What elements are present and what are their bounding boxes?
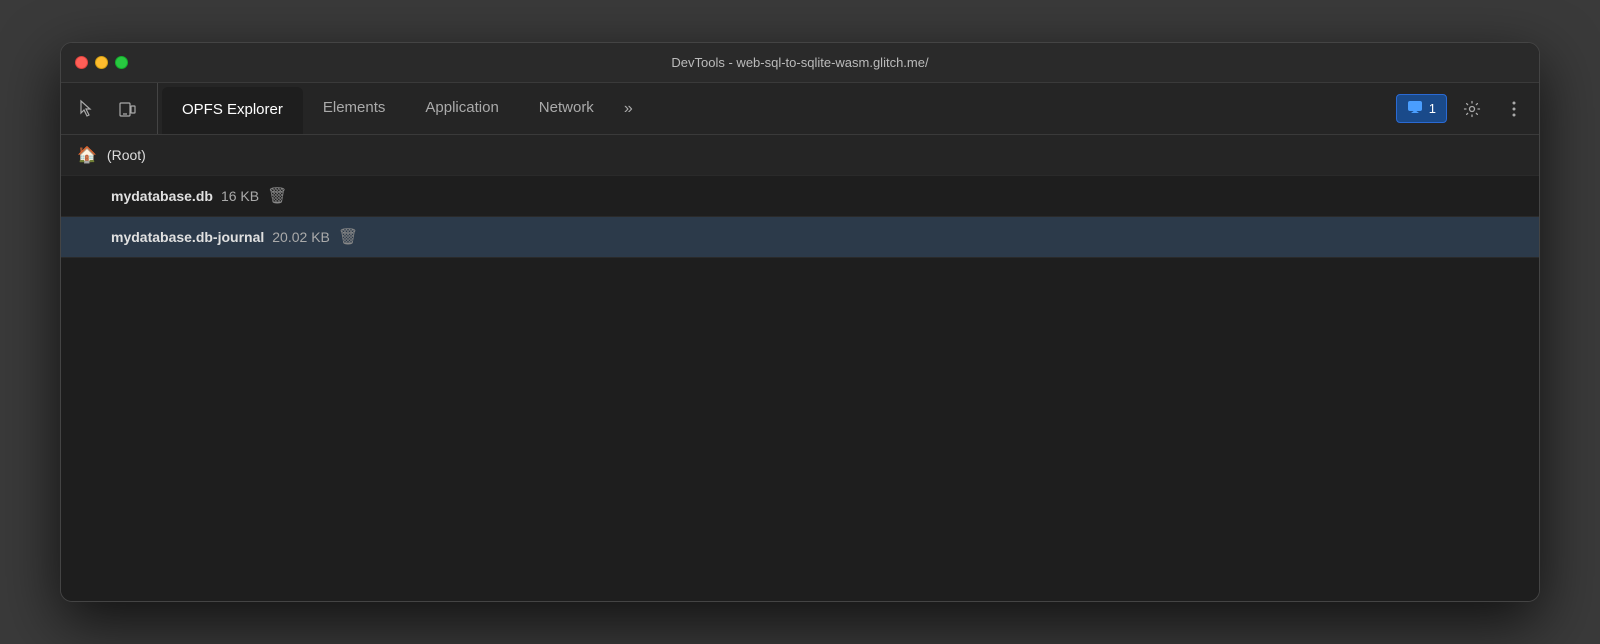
window-title: DevTools - web-sql-to-sqlite-wasm.glitch… bbox=[671, 55, 928, 70]
traffic-lights bbox=[75, 56, 128, 69]
tab-bar: OPFS Explorer Elements Application Netwo… bbox=[162, 83, 1384, 134]
list-item[interactable]: mydatabase.db-journal 20.02 KB 🗑 bbox=[61, 217, 1539, 258]
file-name-2: mydatabase.db-journal bbox=[111, 229, 264, 245]
tab-network[interactable]: Network bbox=[519, 83, 614, 134]
file-tree: 🏠 (Root) mydatabase.db 16 KB 🗑 mydatabas… bbox=[61, 135, 1539, 258]
message-icon bbox=[1407, 99, 1423, 115]
file-size-1: 16 KB bbox=[221, 188, 259, 204]
settings-button[interactable] bbox=[1455, 94, 1489, 124]
minimize-button[interactable] bbox=[95, 56, 108, 69]
console-badge-button[interactable]: 1 bbox=[1396, 94, 1447, 123]
close-button[interactable] bbox=[75, 56, 88, 69]
tab-opfs-explorer[interactable]: OPFS Explorer bbox=[162, 87, 303, 134]
maximize-button[interactable] bbox=[115, 56, 128, 69]
more-tabs-button[interactable]: » bbox=[614, 83, 643, 134]
file-size-2: 20.02 KB bbox=[272, 229, 330, 245]
gear-icon bbox=[1463, 100, 1481, 118]
tab-elements[interactable]: Elements bbox=[303, 83, 406, 134]
toolbar: OPFS Explorer Elements Application Netwo… bbox=[61, 83, 1539, 135]
tree-root-item: 🏠 (Root) bbox=[61, 135, 1539, 176]
toolbar-left-icons bbox=[69, 83, 158, 134]
console-message-icon bbox=[1407, 99, 1423, 118]
home-icon: 🏠 bbox=[77, 145, 97, 165]
device-toggle-button[interactable] bbox=[109, 93, 145, 125]
tab-application[interactable]: Application bbox=[405, 83, 518, 134]
devtools-window: DevTools - web-sql-to-sqlite-wasm.glitch… bbox=[60, 42, 1540, 602]
delete-file-1-button[interactable]: 🗑 bbox=[267, 186, 287, 206]
delete-file-2-button[interactable]: 🗑 bbox=[338, 227, 358, 247]
ellipsis-vertical-icon bbox=[1505, 100, 1523, 118]
list-item[interactable]: mydatabase.db 16 KB 🗑 bbox=[61, 176, 1539, 217]
cursor-icon bbox=[77, 99, 97, 119]
file-name-1: mydatabase.db bbox=[111, 188, 213, 204]
title-bar: DevTools - web-sql-to-sqlite-wasm.glitch… bbox=[61, 43, 1539, 83]
more-options-button[interactable] bbox=[1497, 94, 1531, 124]
device-icon bbox=[117, 99, 137, 119]
root-label: (Root) bbox=[107, 147, 146, 163]
content-area: 🏠 (Root) mydatabase.db 16 KB 🗑 mydatabas… bbox=[61, 135, 1539, 602]
console-count: 1 bbox=[1429, 101, 1436, 116]
toolbar-right: 1 bbox=[1384, 83, 1531, 134]
inspect-element-button[interactable] bbox=[69, 93, 105, 125]
